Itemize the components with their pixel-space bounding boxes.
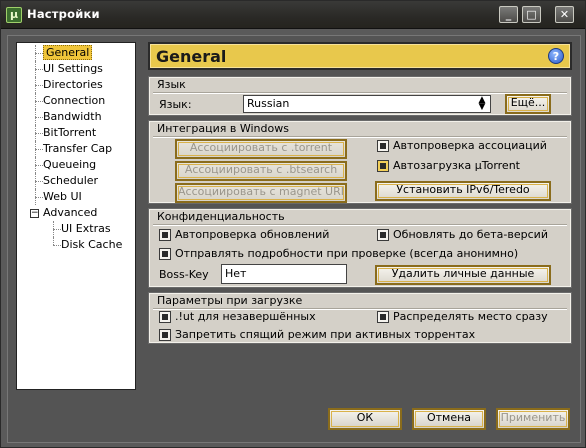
updown-arrow-icon: ▲ ▼ xyxy=(478,95,486,112)
apply-button[interactable]: Применить xyxy=(496,408,570,430)
settings-window: µ Настройки _ □ ✕ General UI Settings Di… xyxy=(0,0,586,448)
delete-private-data-button[interactable]: Удалить личные данные xyxy=(375,265,551,285)
settings-tree[interactable]: General UI Settings Directories Connecti… xyxy=(16,42,136,390)
group-title: Конфиденциальность xyxy=(157,210,285,223)
preallocate-checkbox[interactable] xyxy=(377,311,389,323)
auto-update-label: Автопроверка обновлений xyxy=(175,228,330,241)
install-ipv6-button[interactable]: Установить IPv6/Teredo xyxy=(375,181,551,201)
page-header: General ? xyxy=(148,42,572,70)
boss-key-label: Boss-Key xyxy=(159,268,209,281)
tree-item-label: Scheduler xyxy=(43,174,99,187)
associate-btsearch-button[interactable]: Ассоциировать с .btsearch xyxy=(175,161,347,181)
collapse-toggle-icon[interactable]: − xyxy=(30,209,39,218)
startup-group: Параметры при загрузке .!ut для незаверш… xyxy=(148,292,572,344)
beta-update-label: Обновлять до бета-версий xyxy=(393,228,548,241)
window-title: Настройки xyxy=(27,7,100,21)
page-title: General xyxy=(156,47,227,66)
tree-item-label: Directories xyxy=(43,78,103,91)
send-details-label: Отправлять подробности при проверке (все… xyxy=(175,247,519,260)
prevent-sleep-checkbox[interactable] xyxy=(159,329,171,341)
divider xyxy=(153,224,567,226)
help-icon[interactable]: ? xyxy=(548,48,564,64)
tree-item-directories[interactable]: Directories xyxy=(17,77,135,93)
send-details-checkbox[interactable] xyxy=(159,248,171,260)
tree-item-transfer-cap[interactable]: Transfer Cap xyxy=(17,141,135,157)
associate-torrent-button[interactable]: Ассоциировать с .torrent xyxy=(175,139,347,159)
privacy-group: Конфиденциальность Автопроверка обновлен… xyxy=(148,208,572,288)
tree-item-bittorrent[interactable]: BitTorrent xyxy=(17,125,135,141)
ut-incomplete-label: .!ut для незавершённых xyxy=(175,310,316,323)
tree-item-queueing[interactable]: Queueing xyxy=(17,157,135,173)
tree-item-label: BitTorrent xyxy=(43,126,97,139)
group-title: Интеграция в Windows xyxy=(157,122,289,135)
tree-item-label: Bandwidth xyxy=(43,110,102,123)
app-icon: µ xyxy=(6,7,22,23)
language-value: Russian xyxy=(247,97,290,110)
tree-item-bandwidth[interactable]: Bandwidth xyxy=(17,109,135,125)
client-area: General UI Settings Directories Connecti… xyxy=(7,35,581,443)
tree-item-label: Advanced xyxy=(43,206,98,219)
associate-magnet-button[interactable]: Ассоциировать с magnet URI xyxy=(175,183,347,203)
preallocate-label: Распределять место сразу xyxy=(393,310,548,323)
tree-item-web-ui[interactable]: Web UI xyxy=(17,189,135,205)
tree-item-label: Connection xyxy=(43,94,106,107)
more-languages-button[interactable]: Ещё... xyxy=(505,94,551,114)
tree-item-label: Transfer Cap xyxy=(43,142,113,155)
tree-item-ui-extras[interactable]: UI Extras xyxy=(17,221,135,237)
language-select[interactable]: Russian ▲ ▼ xyxy=(243,95,491,113)
language-label: Язык: xyxy=(159,98,192,111)
tree-item-label: Queueing xyxy=(43,158,97,171)
check-associations-checkbox[interactable] xyxy=(377,140,389,152)
tree-item-connection[interactable]: Connection xyxy=(17,93,135,109)
close-button[interactable]: ✕ xyxy=(555,6,574,23)
prevent-sleep-label: Запретить спящий режим при активных торр… xyxy=(175,328,476,341)
windows-integration-group: Интеграция в Windows Ассоциировать с .to… xyxy=(148,120,572,204)
maximize-button[interactable]: □ xyxy=(522,6,541,23)
ok-button[interactable]: ОК xyxy=(328,408,402,430)
tree-item-label: UI Extras xyxy=(61,222,111,235)
boss-key-field[interactable]: Нет xyxy=(221,264,347,284)
autostart-label: Автозагрузка µTorrent xyxy=(393,159,520,172)
title-bar[interactable]: µ Настройки _ □ ✕ xyxy=(1,1,585,29)
tree-item-label: Web UI xyxy=(43,190,82,203)
group-title: Язык xyxy=(157,78,186,91)
language-group: Язык Язык: Russian ▲ ▼ Ещё... xyxy=(148,76,572,116)
check-associations-label: Автопроверка ассоциаций xyxy=(393,139,547,152)
group-title: Параметры при загрузке xyxy=(157,294,303,307)
auto-update-checkbox[interactable] xyxy=(159,229,171,241)
ut-incomplete-checkbox[interactable] xyxy=(159,311,171,323)
tree-item-general[interactable]: General xyxy=(17,45,135,61)
autostart-checkbox[interactable] xyxy=(377,160,389,172)
cancel-button[interactable]: Отмена xyxy=(412,408,486,430)
divider xyxy=(153,136,567,138)
tree-item-label: UI Settings xyxy=(43,62,103,75)
tree-item-label: Disk Cache xyxy=(61,238,123,251)
beta-update-checkbox[interactable] xyxy=(377,229,389,241)
tree-item-scheduler[interactable]: Scheduler xyxy=(17,173,135,189)
minimize-button[interactable]: _ xyxy=(499,6,518,23)
tree-item-disk-cache[interactable]: Disk Cache xyxy=(17,237,135,253)
tree-item-advanced[interactable]: − Advanced xyxy=(17,205,135,221)
tree-item-label: General xyxy=(43,45,93,60)
tree-item-ui-settings[interactable]: UI Settings xyxy=(17,61,135,77)
